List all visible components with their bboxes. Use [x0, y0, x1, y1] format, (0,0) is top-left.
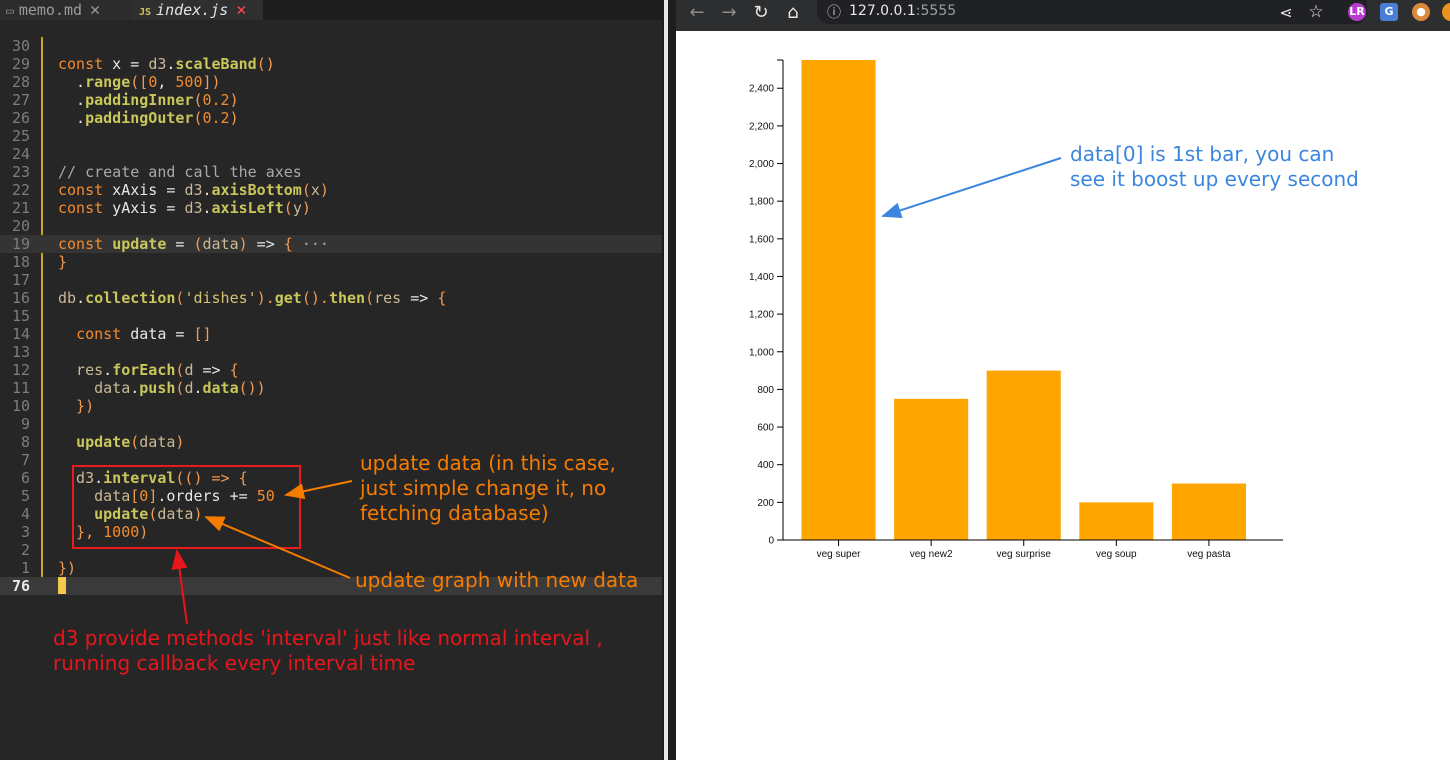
y-tick-label: 0	[768, 536, 774, 547]
x-tick-label: veg surprise	[997, 549, 1052, 560]
y-tick-label: 400	[757, 460, 774, 471]
extension-orange-icon[interactable]	[1442, 3, 1450, 21]
y-tick-label: 800	[757, 385, 774, 396]
x-tick-label: veg pasta	[1187, 549, 1231, 560]
site-info-icon[interactable]: ⓘ	[827, 2, 841, 22]
y-tick-label: 1,400	[749, 272, 774, 283]
arrow-interval	[171, 549, 188, 625]
bookmark-star-icon[interactable]: ☆	[1304, 0, 1328, 25]
bar	[894, 398, 969, 540]
arrow-update-graph	[204, 516, 351, 579]
y-tick-label: 1,000	[749, 347, 774, 358]
scrollbar[interactable]	[664, 0, 668, 760]
bar	[1079, 502, 1154, 540]
x-tick-label: veg super	[817, 549, 862, 560]
bar-chart: 0 200 400 600 800 1,000 1,200 1,400 1,600 1,800 2,…	[749, 59, 1283, 560]
y-tick-label: 2,000	[749, 159, 774, 170]
y-tick-label: 1,600	[749, 234, 774, 245]
arrow-first-bar	[881, 157, 1062, 219]
y-tick-label: 600	[757, 423, 774, 434]
y-tick-label: 2,400	[749, 84, 774, 95]
browser-toolbar: ← → ↻ ⌂ ⓘ 127.0.0.1:5555 ⋖ ☆ LR G ●	[676, 0, 1450, 31]
forward-icon[interactable]: →	[717, 0, 741, 25]
y-tick-label: 2,200	[749, 121, 774, 132]
annotation-first-bar: data[0] is 1st bar, you can see it boost…	[1070, 142, 1359, 191]
y-tick-label: 1,200	[749, 310, 774, 321]
reload-icon[interactable]: ↻	[749, 0, 773, 25]
arrow-update-data	[284, 480, 353, 500]
back-icon[interactable]: ←	[685, 0, 709, 25]
y-axis: 0 200 400 600 800 1,000 1,200 1,400 1,600 1,800 2,…	[749, 59, 784, 547]
share-icon[interactable]: ⋖	[1274, 0, 1298, 25]
browser-window: ← → ↻ ⌂ ⓘ 127.0.0.1:5555 ⋖ ☆ LR G ● 0 200…	[676, 0, 1450, 760]
x-tick-label: veg new2	[910, 549, 953, 560]
bar	[801, 60, 876, 540]
url-text: 127.0.0.1:5555	[849, 3, 957, 19]
bar	[1171, 483, 1246, 540]
extension-translate-icon[interactable]: G	[1380, 3, 1398, 21]
y-tick-label: 1,800	[749, 197, 774, 208]
y-tick-label: 200	[757, 498, 774, 509]
extension-lr-icon[interactable]: LR	[1348, 3, 1366, 21]
extension-cookie-icon[interactable]: ●	[1412, 3, 1430, 21]
x-axis: veg super veg new2 veg surprise veg soup veg…	[783, 539, 1283, 560]
annotation-arrows	[171, 480, 353, 625]
bar	[986, 370, 1061, 540]
x-tick-label: veg soup	[1096, 549, 1137, 560]
code-editor[interactable]: ▭ memo.md ✕ JS index.js ✕ 30 29 const x = d3.s…	[0, 0, 662, 760]
home-icon[interactable]: ⌂	[781, 0, 805, 25]
bars	[801, 60, 1246, 540]
